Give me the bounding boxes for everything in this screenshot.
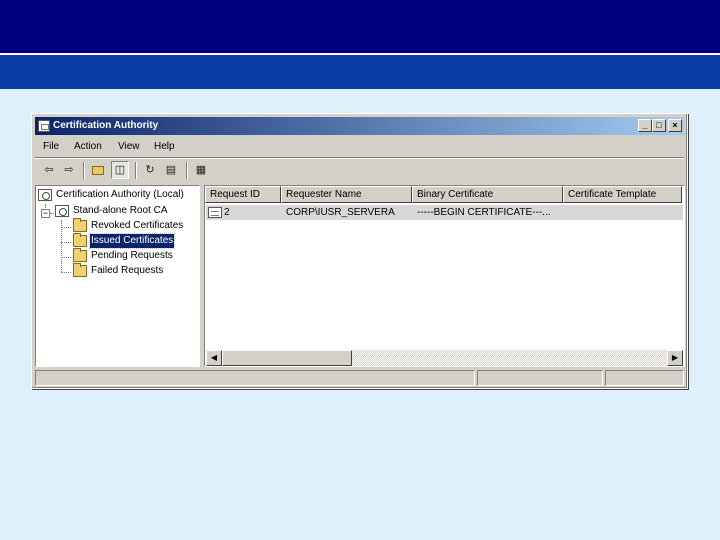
toolbar: ⇦ ⇨ ◫ ↻ ▤ ▦ [35, 159, 684, 182]
certificate-app-icon [38, 120, 50, 132]
show-hide-tree-icon[interactable]: ◫ [111, 161, 129, 179]
cell-binary-certificate: -----BEGIN CERTIFICATE---... [417, 207, 551, 218]
menu-bar: File Action View Help [35, 137, 684, 156]
up-folder-icon[interactable] [89, 161, 107, 179]
status-panel-2 [477, 370, 603, 386]
column-header-requester-name[interactable]: Requester Name [281, 186, 412, 203]
maximize-button[interactable]: □ [652, 119, 666, 132]
open-folder-icon [73, 233, 87, 247]
folder-icon [73, 248, 87, 262]
toolbar-separator [83, 162, 85, 179]
menu-help[interactable]: Help [154, 141, 175, 152]
certificate-authority-icon [38, 189, 52, 201]
console-tree: − Certification Authority (Local) Stand-… [35, 185, 200, 367]
cell-request-id: 2 [224, 207, 230, 218]
folder-icon [73, 263, 87, 277]
scroll-right-icon[interactable]: ▶ [667, 350, 683, 366]
status-panel-main [35, 370, 475, 386]
back-icon[interactable]: ⇦ [40, 161, 58, 179]
minimize-button[interactable]: _ [638, 119, 652, 132]
scroll-thumb[interactable] [222, 350, 352, 366]
column-header-request-id[interactable]: Request ID [205, 186, 281, 203]
certification-authority-window: Certification Authority _ □ × File Actio… [31, 113, 688, 389]
refresh-icon[interactable]: ↻ [141, 161, 159, 179]
certificate-icon [208, 207, 222, 218]
toolbar-separator [186, 162, 188, 179]
collapse-expander[interactable]: − [41, 209, 50, 218]
results-list: Request ID Requester Name Binary Certifi… [204, 185, 685, 367]
cell-requester-name: CORP\IUSR_SERVERA [286, 207, 395, 218]
folder-icon [73, 218, 87, 232]
close-button[interactable]: × [668, 119, 682, 132]
table-row[interactable]: 2 CORP\IUSR_SERVERA -----BEGIN CERTIFICA… [206, 205, 683, 220]
export-list-icon[interactable]: ▤ [162, 161, 180, 179]
toolbar-separator [135, 162, 137, 179]
menu-action[interactable]: Action [74, 141, 102, 152]
menu-file[interactable]: File [43, 141, 59, 152]
slide-header-band [0, 0, 720, 53]
status-bar [35, 370, 684, 386]
slide-subheader-band [0, 55, 720, 89]
window-title: Certification Authority [53, 120, 159, 131]
ca-server-icon [55, 205, 69, 217]
scroll-left-icon[interactable]: ◀ [206, 350, 222, 366]
horizontal-scrollbar[interactable]: ◀ ▶ [206, 350, 683, 366]
properties-icon[interactable]: ▦ [192, 161, 210, 179]
menu-view[interactable]: View [118, 141, 140, 152]
status-panel-3 [605, 370, 684, 386]
column-header-certificate-template[interactable]: Certificate Template [563, 186, 682, 203]
title-bar[interactable]: Certification Authority _ □ × [35, 117, 684, 135]
forward-icon[interactable]: ⇨ [60, 161, 78, 179]
column-header-binary-certificate[interactable]: Binary Certificate [412, 186, 563, 203]
